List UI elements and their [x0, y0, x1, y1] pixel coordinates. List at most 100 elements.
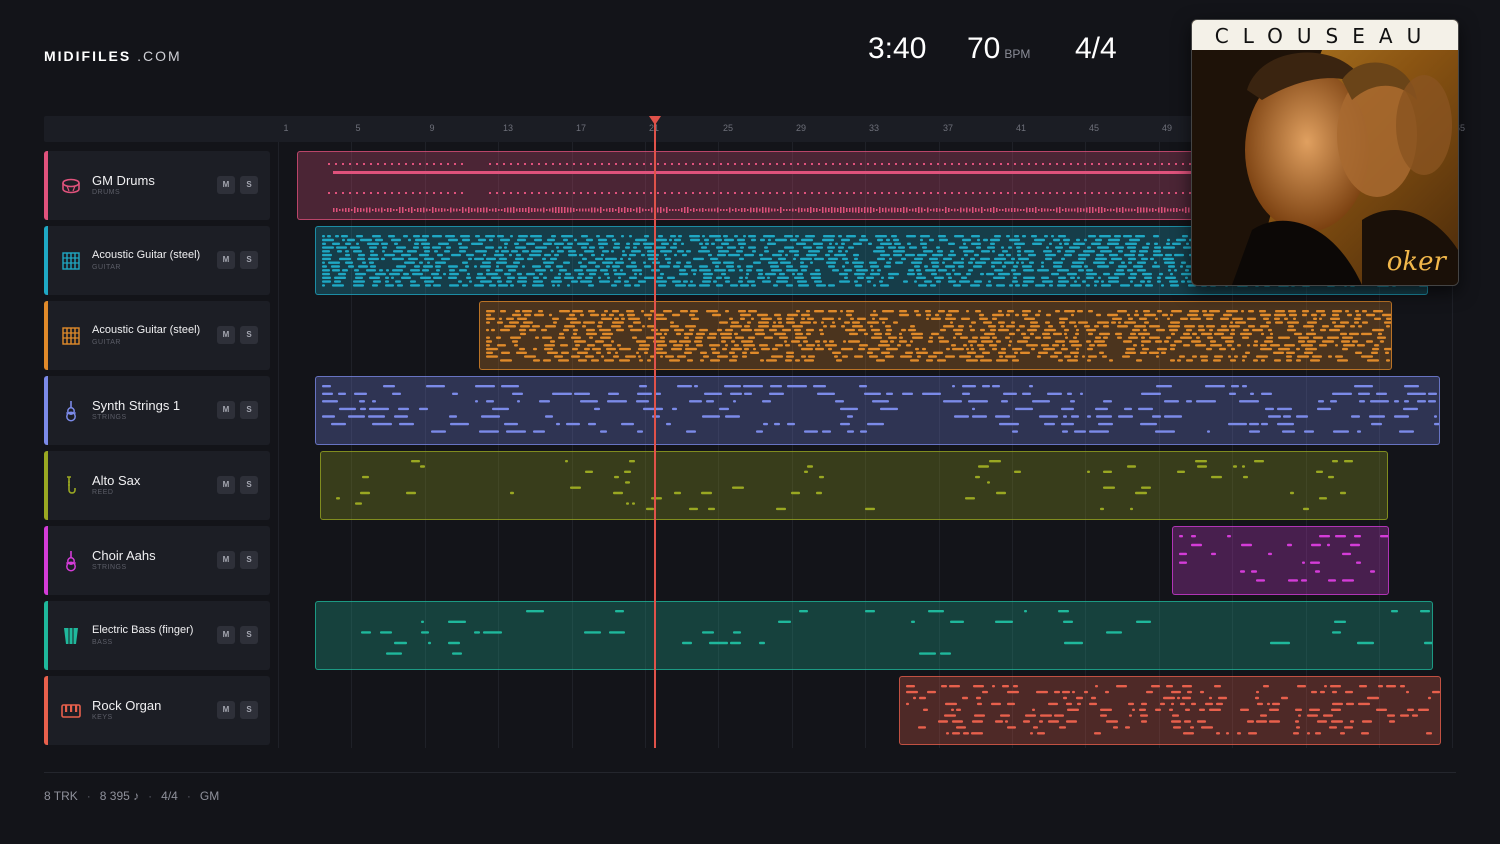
- track-color-stripe: [44, 151, 48, 220]
- ruler-tick: 1: [283, 123, 289, 133]
- mute-button[interactable]: M: [217, 476, 235, 494]
- ruler-tick: 45: [1088, 123, 1100, 133]
- duration-display: 3:40: [868, 32, 926, 66]
- track-name: Synth Strings 1: [92, 398, 181, 413]
- track-category: STRINGS: [92, 564, 127, 571]
- ruler-tick: 29: [795, 123, 807, 133]
- guitar-fret-icon: [60, 325, 82, 347]
- footer-track-count: 8 TRK: [44, 789, 78, 803]
- solo-button[interactable]: S: [240, 476, 258, 494]
- clip-notes: [486, 310, 1391, 362]
- track-name: GM Drums: [92, 173, 155, 188]
- ruler-tick: 49: [1161, 123, 1173, 133]
- track-header[interactable]: Choir Aahs STRINGS M S: [44, 526, 270, 595]
- ruler-tick: 13: [502, 123, 514, 133]
- tempo-value: 70: [967, 32, 1001, 65]
- track-name: Choir Aahs: [92, 548, 156, 563]
- guitar-fret-icon: [60, 250, 82, 272]
- playhead[interactable]: [654, 118, 656, 748]
- solo-button[interactable]: S: [240, 251, 258, 269]
- logo-light: .COM: [137, 48, 182, 64]
- solo-button[interactable]: S: [240, 326, 258, 344]
- track-category: KEYS: [92, 714, 113, 721]
- grid-line: [278, 142, 279, 748]
- mute-button[interactable]: M: [217, 551, 235, 569]
- playhead-marker[interactable]: [649, 116, 661, 125]
- track-color-stripe: [44, 376, 48, 445]
- clip-notes: [322, 385, 1439, 433]
- tempo-display: 70 BPM: [967, 32, 1030, 66]
- track-header[interactable]: Synth Strings 1 STRINGS M S: [44, 376, 270, 445]
- duration-value: 3:40: [868, 32, 927, 65]
- drum-icon: [60, 175, 82, 197]
- ruler-tick: 25: [722, 123, 734, 133]
- track-category: DRUMS: [92, 189, 121, 196]
- midi-clip[interactable]: [899, 676, 1441, 745]
- footer-divider: [44, 772, 1456, 773]
- sax-icon: [60, 475, 82, 497]
- solo-button[interactable]: S: [240, 701, 258, 719]
- solo-button[interactable]: S: [240, 176, 258, 194]
- track-header[interactable]: Rock Organ KEYS M S: [44, 676, 270, 745]
- track-category: REED: [92, 489, 114, 496]
- track-color-stripe: [44, 526, 48, 595]
- solo-button[interactable]: S: [240, 626, 258, 644]
- site-logo: MIDIFILES .COM: [44, 48, 182, 64]
- track-header[interactable]: Alto Sax REED M S: [44, 451, 270, 520]
- ruler-tick: 17: [575, 123, 587, 133]
- mute-button[interactable]: M: [217, 626, 235, 644]
- track-name: Acoustic Guitar (steel): [92, 249, 201, 261]
- album-art: [1192, 20, 1458, 285]
- clip-notes: [1179, 535, 1388, 582]
- mute-button[interactable]: M: [217, 176, 235, 194]
- track-header[interactable]: Acoustic Guitar (steel) GUITAR M S: [44, 226, 270, 295]
- tempo-unit: BPM: [1004, 47, 1031, 61]
- track-header[interactable]: GM Drums DRUMS M S: [44, 151, 270, 220]
- footer-summary: 8 TRK · 8 395 ♪ · 4/4 · GM: [44, 789, 219, 803]
- midi-clip[interactable]: [315, 376, 1440, 445]
- album-cover: CLOUSEAU oker: [1191, 19, 1459, 286]
- album-title: oker: [1386, 247, 1446, 277]
- track-header[interactable]: Acoustic Guitar (steel) GUITAR M S: [44, 301, 270, 370]
- track-color-stripe: [44, 676, 48, 745]
- mute-button[interactable]: M: [217, 326, 235, 344]
- track-color-stripe: [44, 601, 48, 670]
- track-color-stripe: [44, 301, 48, 370]
- footer-separator: ·: [86, 789, 91, 803]
- track-name: Rock Organ: [92, 698, 162, 713]
- footer-note-count: 8 395 ♪: [99, 789, 140, 803]
- footer-meter: 4/4: [161, 789, 178, 803]
- track-category: GUITAR: [92, 339, 121, 346]
- meter-display: 4/4: [1075, 32, 1117, 66]
- solo-button[interactable]: S: [240, 401, 258, 419]
- footer-separator: ·: [148, 789, 153, 803]
- mute-button[interactable]: M: [217, 251, 235, 269]
- midi-clip[interactable]: [320, 451, 1388, 520]
- ruler-tick: 41: [1015, 123, 1027, 133]
- violin-icon: [60, 400, 82, 422]
- ruler-tick: 37: [942, 123, 954, 133]
- track-name: Acoustic Guitar (steel): [92, 324, 201, 336]
- clip-notes: [336, 460, 1353, 511]
- track-category: BASS: [92, 639, 113, 646]
- bass-icon: [60, 625, 82, 647]
- track-category: GUITAR: [92, 264, 121, 271]
- solo-button[interactable]: S: [240, 551, 258, 569]
- meter-value: 4/4: [1075, 32, 1117, 65]
- album-artist: CLOUSEAU: [1214, 24, 1436, 48]
- track-color-stripe: [44, 451, 48, 520]
- track-header[interactable]: Electric Bass (finger) BASS M S: [44, 601, 270, 670]
- midi-clip[interactable]: [315, 601, 1433, 670]
- violin-icon: [60, 550, 82, 572]
- logo-bold: MIDIFILES: [44, 48, 132, 64]
- midi-clip[interactable]: [479, 301, 1392, 370]
- ruler-tick: 5: [355, 123, 361, 133]
- track-name: Electric Bass (finger): [92, 624, 194, 636]
- clip-notes: [906, 685, 1440, 735]
- midi-clip[interactable]: [1172, 526, 1389, 595]
- ruler-tick: 33: [868, 123, 880, 133]
- mute-button[interactable]: M: [217, 401, 235, 419]
- footer-separator: ·: [186, 789, 191, 803]
- mute-button[interactable]: M: [217, 701, 235, 719]
- footer-standard: GM: [199, 789, 220, 803]
